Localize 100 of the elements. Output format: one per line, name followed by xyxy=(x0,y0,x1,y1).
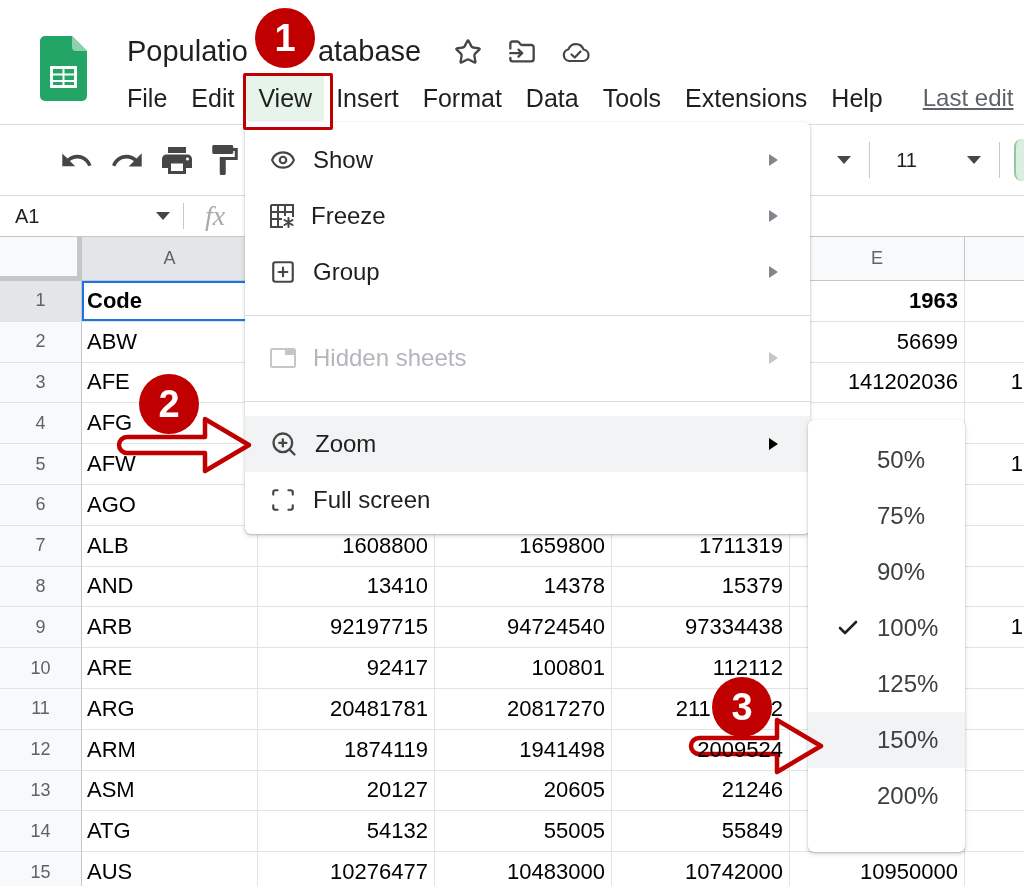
selected-cell[interactable]: Code xyxy=(82,281,258,322)
window-icon xyxy=(270,348,296,368)
cell-text: 1659800 xyxy=(519,534,605,557)
row-header[interactable]: 13 xyxy=(0,770,82,812)
row-header[interactable]: 5 xyxy=(0,444,82,485)
cell-text: AFE xyxy=(87,371,130,394)
undo-icon[interactable] xyxy=(62,153,92,167)
cell-text: 10276477 xyxy=(330,861,428,884)
cell-text: 10483000 xyxy=(507,861,605,884)
zoom-option[interactable]: 75% xyxy=(808,488,965,544)
star-icon[interactable] xyxy=(454,38,483,66)
cell-text: 13410 xyxy=(366,575,428,598)
cell-text: 141202036 xyxy=(847,371,958,394)
step-number-badge: 3 xyxy=(712,677,772,737)
menu-item[interactable]: Zoom xyxy=(245,416,810,472)
cell-text: 100801 xyxy=(531,657,605,680)
zoom-option[interactable]: 100% xyxy=(808,600,965,656)
cell-text: AND xyxy=(87,575,134,598)
caret-icon[interactable] xyxy=(967,156,981,164)
zoom-option[interactable]: 90% xyxy=(808,544,965,600)
grid-icon xyxy=(270,204,294,228)
menu-button[interactable]: Edit xyxy=(179,75,247,121)
cell-text: 55005 xyxy=(543,820,605,843)
menu-button[interactable]: Data xyxy=(513,75,591,121)
spreadsheet-icon[interactable] xyxy=(40,36,87,101)
row-header[interactable]: 2 xyxy=(0,321,82,363)
cell-text: 10742000 xyxy=(685,861,783,884)
menu-item[interactable]: Show xyxy=(245,132,810,188)
zoom-in-icon xyxy=(270,430,298,458)
document-title[interactable]: atabase xyxy=(317,35,422,69)
cell-text: AGO xyxy=(87,493,136,516)
cell-text: 94724540 xyxy=(507,616,605,639)
cell-text: 211 xyxy=(675,697,711,720)
cell-text: 1 xyxy=(1010,371,1023,394)
row-header[interactable]: 1 xyxy=(0,281,82,322)
row-header[interactable]: 12 xyxy=(0,729,82,771)
fullscreen-icon xyxy=(270,487,296,513)
function-label: fx xyxy=(205,202,226,230)
menu-button[interactable]: File xyxy=(115,75,180,121)
cell-text: 1 xyxy=(1010,453,1023,476)
cell-text: 2 xyxy=(770,697,783,720)
cell-text: 20481781 xyxy=(330,697,428,720)
cell-text: 92417 xyxy=(366,657,428,680)
cell-text: 20127 xyxy=(366,779,428,802)
cell-text: Code xyxy=(87,289,142,312)
zoom-option[interactable]: 200% xyxy=(808,768,965,824)
cell-text: AFG xyxy=(87,412,133,435)
cell-text: ALB xyxy=(87,534,129,557)
cell-text: 97334438 xyxy=(685,616,783,639)
cell-text: 15379 xyxy=(721,575,783,598)
cell-text: ARB xyxy=(87,616,133,639)
printer-icon[interactable] xyxy=(162,146,192,174)
cell-text: 56699 xyxy=(896,330,958,353)
caret-icon[interactable] xyxy=(837,156,852,164)
menu-button[interactable]: Insert xyxy=(324,75,411,121)
cell-text: 1963 xyxy=(909,289,958,312)
cell-text: AUS xyxy=(87,861,133,884)
step-number-badge: 1 xyxy=(255,8,315,68)
zoom-option[interactable]: 50% xyxy=(808,432,965,488)
cell-text: 1608800 xyxy=(342,534,428,557)
cell-text: 1874119 xyxy=(344,738,428,761)
row-header[interactable]: 14 xyxy=(0,811,82,853)
cell-text: 55849 xyxy=(721,820,783,843)
font-size-dropdown[interactable]: 11 xyxy=(896,148,981,172)
caret-icon[interactable] xyxy=(156,212,170,220)
zoom-option[interactable]: 150% xyxy=(808,712,965,768)
cell-text: ARG xyxy=(87,697,135,720)
cell-text: 14378 xyxy=(543,575,605,598)
row-header[interactable]: 9 xyxy=(0,607,82,649)
row-header[interactable]: 8 xyxy=(0,566,82,608)
redo-icon[interactable] xyxy=(112,153,142,167)
document-title[interactable]: Populatio xyxy=(127,35,248,69)
cell-text: 92197715 xyxy=(330,616,428,639)
menu-button[interactable]: View xyxy=(246,75,325,121)
cloud-check-icon[interactable] xyxy=(562,41,591,63)
menu-button[interactable]: Format xyxy=(410,75,514,121)
menu-button[interactable]: Tools xyxy=(590,75,674,121)
last-edit-link[interactable]: Last edit xyxy=(922,84,1014,112)
row-header[interactable]: 15 xyxy=(0,852,82,886)
row-header[interactable]: 3 xyxy=(0,362,82,404)
plus-square-icon xyxy=(270,259,296,285)
paint-roller-icon[interactable] xyxy=(212,145,238,175)
menu-button[interactable]: Help xyxy=(819,75,895,121)
cell-text: ASM xyxy=(87,779,135,802)
zoom-option[interactable]: 125% xyxy=(808,656,965,712)
row-header[interactable]: 10 xyxy=(0,648,82,689)
row-header[interactable]: 4 xyxy=(0,403,82,445)
row-header[interactable]: 6 xyxy=(0,485,82,526)
cell-text: 1711319 xyxy=(699,534,783,557)
name-box[interactable]: A1 xyxy=(8,199,175,233)
cell-text: 20605 xyxy=(543,779,605,802)
cell-text: 20817270 xyxy=(507,697,605,720)
cell-text: 54132 xyxy=(366,820,428,843)
row-header[interactable]: 11 xyxy=(0,688,82,730)
row-header[interactable]: 7 xyxy=(0,525,82,567)
cell-text: ARM xyxy=(87,738,136,761)
menu-item[interactable]: Full screen xyxy=(245,472,810,528)
menu-button[interactable]: Extensions xyxy=(673,75,820,121)
cell-text: ATG xyxy=(87,820,131,843)
cell-text: ARE xyxy=(87,657,133,680)
